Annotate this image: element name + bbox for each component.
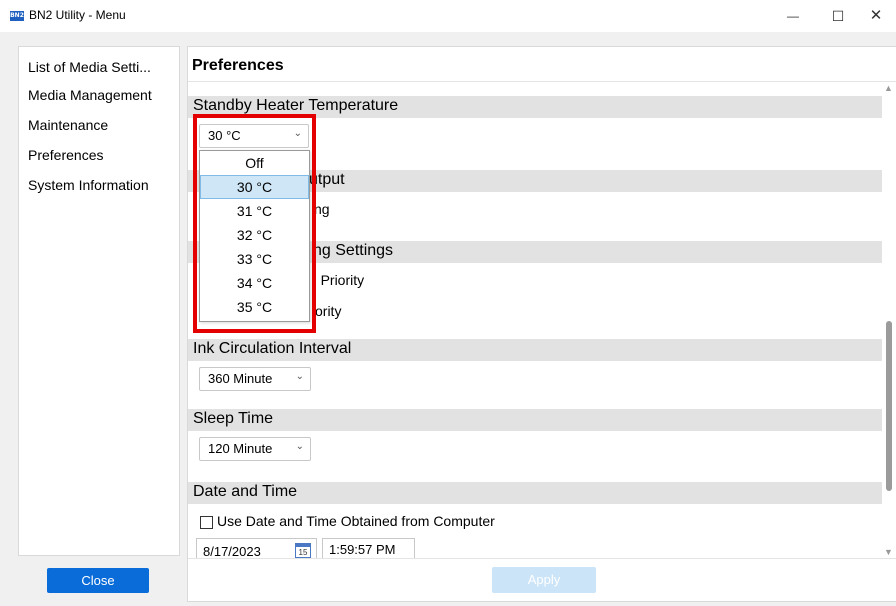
- section-title: Ink Circulation Interval: [193, 340, 352, 357]
- close-icon[interactable]: ✕: [861, 4, 891, 28]
- ink-circulation-select[interactable]: 360 Minute ⌄: [199, 367, 311, 391]
- chevron-down-icon: ⌄: [295, 441, 304, 452]
- section-title: Standby Heater Temperature: [193, 97, 399, 114]
- date-value: 8/17/2023: [203, 544, 261, 559]
- print-priority-option-label: ority: [315, 303, 342, 319]
- output-option-label: ng: [314, 201, 330, 217]
- close-button[interactable]: Close: [47, 568, 149, 593]
- sleep-time-select[interactable]: 120 Minute ⌄: [199, 437, 311, 461]
- window-title: BN2 Utility - Menu: [29, 8, 126, 22]
- section-header-ink-circulation: Ink Circulation Interval: [188, 339, 882, 361]
- section-title: Date and Time: [193, 483, 298, 500]
- sidebar-item-list-of-media-settings[interactable]: List of Media Setti...: [28, 59, 151, 75]
- calendar-icon[interactable]: 15: [295, 543, 311, 558]
- date-picker[interactable]: 8/17/2023 15: [196, 538, 317, 559]
- time-value: 1:59:57 PM: [329, 542, 396, 557]
- scroll-down-icon[interactable]: ▼: [884, 547, 893, 557]
- sidebar: List of Media Setti... Media Management …: [18, 46, 180, 556]
- apply-button[interactable]: Apply: [492, 567, 596, 593]
- use-computer-time-checkbox[interactable]: [200, 516, 213, 529]
- title-bar: BN2 BN2 Utility - Menu — ☐ ✕: [0, 0, 896, 32]
- sidebar-item-preferences[interactable]: Preferences: [28, 147, 103, 163]
- vertical-scrollbar[interactable]: ▲ ▼: [882, 82, 896, 559]
- select-value: 360 Minute: [208, 371, 273, 386]
- sidebar-item-maintenance[interactable]: Maintenance: [28, 117, 108, 133]
- highlight-annotation: [193, 114, 316, 333]
- maximize-icon[interactable]: ☐: [823, 4, 853, 28]
- minimize-icon[interactable]: —: [778, 4, 808, 28]
- section-title: ng Settings: [313, 242, 394, 259]
- use-computer-time-label: Use Date and Time Obtained from Computer: [217, 513, 495, 529]
- section-header-date-time: Date and Time: [188, 482, 882, 504]
- scroll-up-icon[interactable]: ▲: [884, 83, 893, 93]
- chevron-down-icon: ⌄: [295, 371, 304, 382]
- sidebar-item-media-management[interactable]: Media Management: [28, 87, 152, 103]
- scrollbar-thumb[interactable]: [886, 321, 892, 491]
- section-title: Sleep Time: [193, 410, 274, 427]
- select-value: 120 Minute: [208, 441, 273, 456]
- divider: [188, 558, 896, 559]
- section-header-sleep-time: Sleep Time: [188, 409, 882, 431]
- sidebar-item-system-information[interactable]: System Information: [28, 177, 149, 193]
- page-title: Preferences: [192, 57, 284, 74]
- app-logo-icon: BN2: [10, 11, 24, 21]
- time-input[interactable]: 1:59:57 PM: [322, 538, 415, 559]
- print-priority-option-label: ' Priority: [314, 272, 365, 288]
